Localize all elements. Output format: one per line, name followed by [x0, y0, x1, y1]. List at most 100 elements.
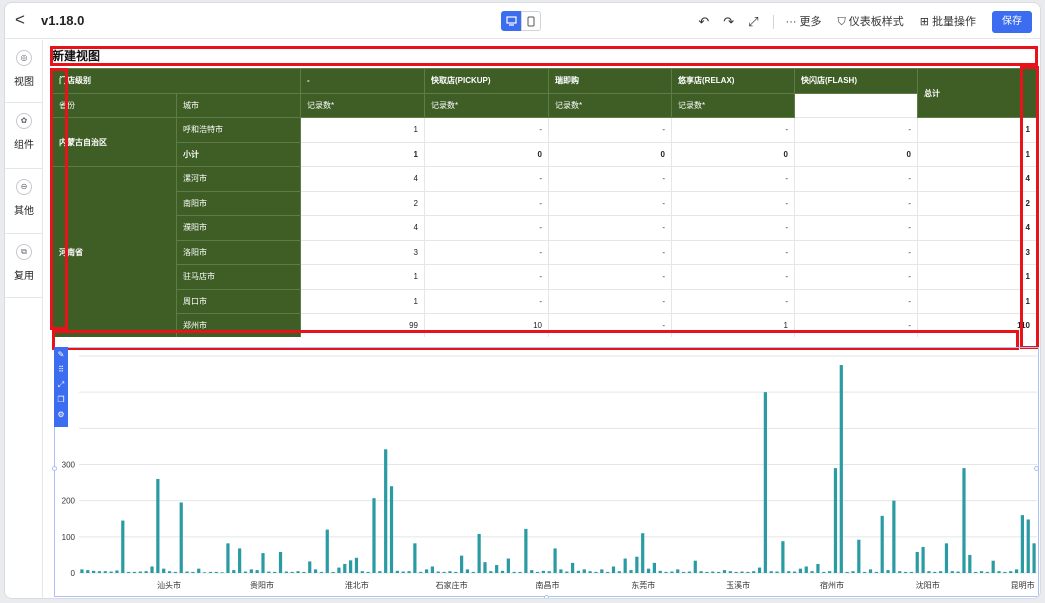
bar[interactable] [699, 571, 703, 573]
bar[interactable] [933, 571, 937, 573]
bar[interactable] [448, 571, 452, 573]
bar[interactable] [898, 571, 902, 573]
bar[interactable] [518, 571, 522, 573]
bar[interactable] [886, 570, 890, 573]
bar[interactable] [232, 570, 236, 573]
edit-icon[interactable]: ✎ [54, 347, 68, 362]
bar[interactable] [950, 571, 954, 573]
bar[interactable] [588, 571, 592, 573]
bar[interactable] [132, 571, 137, 573]
bar[interactable] [366, 571, 370, 573]
bar[interactable] [144, 571, 148, 573]
bar[interactable] [594, 571, 598, 573]
bar[interactable] [109, 571, 113, 573]
bar[interactable] [530, 570, 534, 573]
bar[interactable] [646, 568, 651, 573]
bar[interactable] [652, 562, 656, 573]
bar[interactable] [956, 571, 960, 573]
bar[interactable] [255, 570, 259, 573]
bar[interactable] [676, 569, 680, 573]
bar[interactable] [173, 571, 177, 573]
bar[interactable] [547, 571, 551, 573]
bar[interactable] [559, 569, 563, 573]
bar[interactable] [722, 570, 727, 573]
batch-operation-button[interactable]: ⊞ 批量操作 [920, 12, 976, 32]
redo-icon[interactable]: ↷ [723, 12, 734, 32]
bar[interactable] [261, 553, 265, 573]
bar[interactable] [635, 556, 639, 573]
bar[interactable] [717, 571, 721, 573]
bar[interactable] [979, 571, 984, 573]
bar[interactable] [687, 571, 692, 573]
bar[interactable] [103, 571, 107, 573]
bar[interactable] [781, 541, 785, 573]
bar[interactable] [571, 562, 575, 573]
bar[interactable] [810, 571, 814, 573]
bar[interactable] [845, 571, 849, 573]
bar[interactable] [857, 539, 861, 573]
bar[interactable] [728, 571, 732, 573]
bar[interactable] [278, 552, 283, 573]
bar[interactable] [909, 571, 914, 573]
bar[interactable] [629, 570, 633, 573]
bar[interactable] [97, 571, 102, 573]
bar[interactable] [331, 571, 335, 573]
expand-icon[interactable]: ⤢ [54, 377, 68, 392]
bar[interactable] [641, 533, 645, 573]
bar[interactable] [816, 563, 820, 573]
bar[interactable] [606, 571, 610, 573]
bar[interactable] [167, 571, 172, 573]
bar[interactable] [804, 566, 808, 573]
bar[interactable] [944, 543, 949, 573]
copy-icon[interactable]: ❐ [54, 392, 68, 407]
bar[interactable] [734, 571, 738, 573]
bar[interactable] [460, 555, 464, 573]
bar[interactable] [296, 571, 300, 573]
bar[interactable] [868, 569, 873, 573]
bar[interactable] [740, 571, 744, 573]
bar[interactable] [378, 571, 382, 573]
bar[interactable] [471, 571, 475, 573]
bar[interactable] [833, 468, 838, 573]
bar[interactable] [191, 571, 195, 573]
bar[interactable] [115, 570, 119, 573]
bar[interactable] [565, 571, 569, 573]
bar[interactable] [757, 567, 762, 573]
nav-item-reuse[interactable]: ⧉ 复用 [5, 244, 43, 282]
bar[interactable] [553, 548, 557, 573]
bar[interactable] [752, 571, 756, 573]
desktop-view-button[interactable] [501, 11, 521, 31]
bar[interactable] [822, 571, 826, 573]
bar[interactable] [787, 571, 791, 573]
bar[interactable] [775, 571, 779, 573]
bar[interactable] [483, 562, 487, 573]
bar[interactable] [921, 546, 925, 573]
bar[interactable] [792, 571, 797, 573]
bar[interactable] [670, 571, 674, 573]
bar[interactable] [389, 486, 394, 573]
bar[interactable] [763, 392, 767, 573]
more-button[interactable]: ··· 更多 [786, 12, 822, 32]
bar[interactable] [693, 560, 697, 573]
bar[interactable] [302, 571, 306, 573]
bar[interactable] [407, 571, 411, 573]
bar[interactable] [1003, 571, 1007, 573]
bar[interactable] [711, 571, 715, 573]
bar[interactable] [892, 500, 896, 573]
bar[interactable] [343, 563, 347, 573]
bar[interactable] [746, 571, 750, 573]
bar[interactable] [506, 558, 510, 573]
bar[interactable] [880, 515, 884, 573]
resize-handle[interactable] [544, 595, 549, 598]
bar[interactable] [495, 565, 499, 573]
bar[interactable] [226, 543, 230, 573]
bar[interactable] [243, 571, 248, 573]
bar[interactable] [939, 571, 943, 573]
bar[interactable] [903, 571, 908, 573]
save-button[interactable]: 保存 [992, 11, 1032, 33]
resize-handle[interactable] [1034, 466, 1039, 471]
bar[interactable] [86, 570, 90, 573]
bar[interactable] [308, 561, 312, 573]
bar[interactable] [1026, 519, 1030, 573]
bar[interactable] [442, 571, 446, 573]
